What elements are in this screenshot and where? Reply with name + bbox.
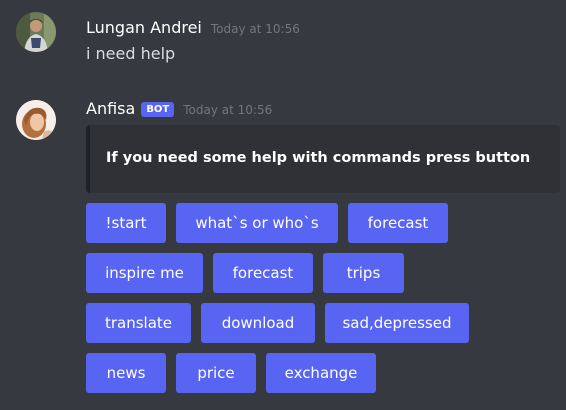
bot-avatar[interactable]	[16, 100, 56, 140]
sad-depressed-button[interactable]: sad,depressed	[325, 303, 469, 343]
message-embed: If you need some help with commands pres…	[86, 125, 560, 193]
user-avatar[interactable]	[16, 12, 56, 52]
inspire-me-button[interactable]: inspire me	[86, 253, 203, 293]
whats-or-whos-button[interactable]: what`s or who`s	[176, 203, 338, 243]
start-button[interactable]: !start	[86, 203, 166, 243]
embed-description: If you need some help with commands pres…	[106, 150, 531, 166]
translate-button[interactable]: translate	[86, 303, 191, 343]
timestamp: Today at 10:56	[183, 103, 273, 117]
message-content: i need help	[86, 44, 176, 63]
forecast-button[interactable]: forecast	[348, 203, 448, 243]
message-header: Anfisa BOT Today at 10:56	[86, 99, 272, 119]
timestamp: Today at 10:56	[210, 22, 300, 36]
price-button[interactable]: price	[176, 353, 256, 393]
forecast-button-2[interactable]: forecast	[213, 253, 313, 293]
username[interactable]: Lungan Andrei	[86, 18, 202, 37]
exchange-button[interactable]: exchange	[266, 353, 376, 393]
message-header: Lungan Andrei Today at 10:56	[86, 18, 300, 37]
username[interactable]: Anfisa	[86, 99, 135, 118]
trips-button[interactable]: trips	[323, 253, 404, 293]
news-button[interactable]: news	[86, 353, 166, 393]
bot-badge: BOT	[141, 102, 175, 117]
download-button[interactable]: download	[201, 303, 315, 343]
